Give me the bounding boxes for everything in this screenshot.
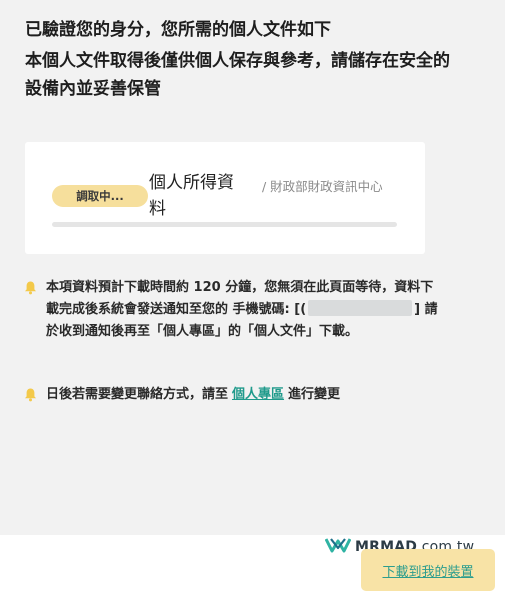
personal-area-link[interactable]: 個人專區 [232, 387, 284, 402]
bell-icon [22, 387, 38, 402]
contact-change-text: 日後若需要變更聯絡方式，請至 個人專區 進行變更 [46, 384, 442, 406]
contact-change-notice: 日後若需要變更聯絡方式，請至 個人專區 進行變更 [22, 384, 442, 406]
download-progress-bar [52, 222, 397, 227]
document-issuer: / 財政部財政資訊中心 [262, 179, 383, 194]
page-heading: 已驗證您的身分，您所需的個人文件如下 本個人文件取得後僅供個人保存與參考，請儲存… [25, 16, 465, 103]
status-badge: 調取中... [52, 185, 148, 207]
phone-number-redacted [308, 300, 413, 316]
verified-message: 已驗證您的身分，您所需的個人文件如下 [25, 20, 331, 40]
document-name: 個人所得資料 [149, 173, 234, 219]
notice-text-part: 進行變更 [288, 387, 341, 402]
document-card: 調取中... 個人所得資料 / 財政部財政資訊中心 [25, 142, 425, 254]
notice-text-part: 日後若需要變更聯絡方式，請至 [46, 387, 229, 402]
download-to-device-button[interactable]: 下載到我的裝置 [361, 549, 495, 591]
download-time-text: 本項資料預計下載時間約 120 分鐘，您無須在此頁面等待，資料下載完成後系統會發… [46, 277, 442, 343]
bell-icon [22, 280, 38, 295]
storage-advice: 本個人文件取得後僅供個人保存與參考，請儲存在安全的設備內並妥善保管 [25, 51, 450, 99]
mrmad-logo-icon [324, 537, 352, 557]
download-time-notice: 本項資料預計下載時間約 120 分鐘，您無須在此頁面等待，資料下載完成後系統會發… [22, 277, 442, 343]
